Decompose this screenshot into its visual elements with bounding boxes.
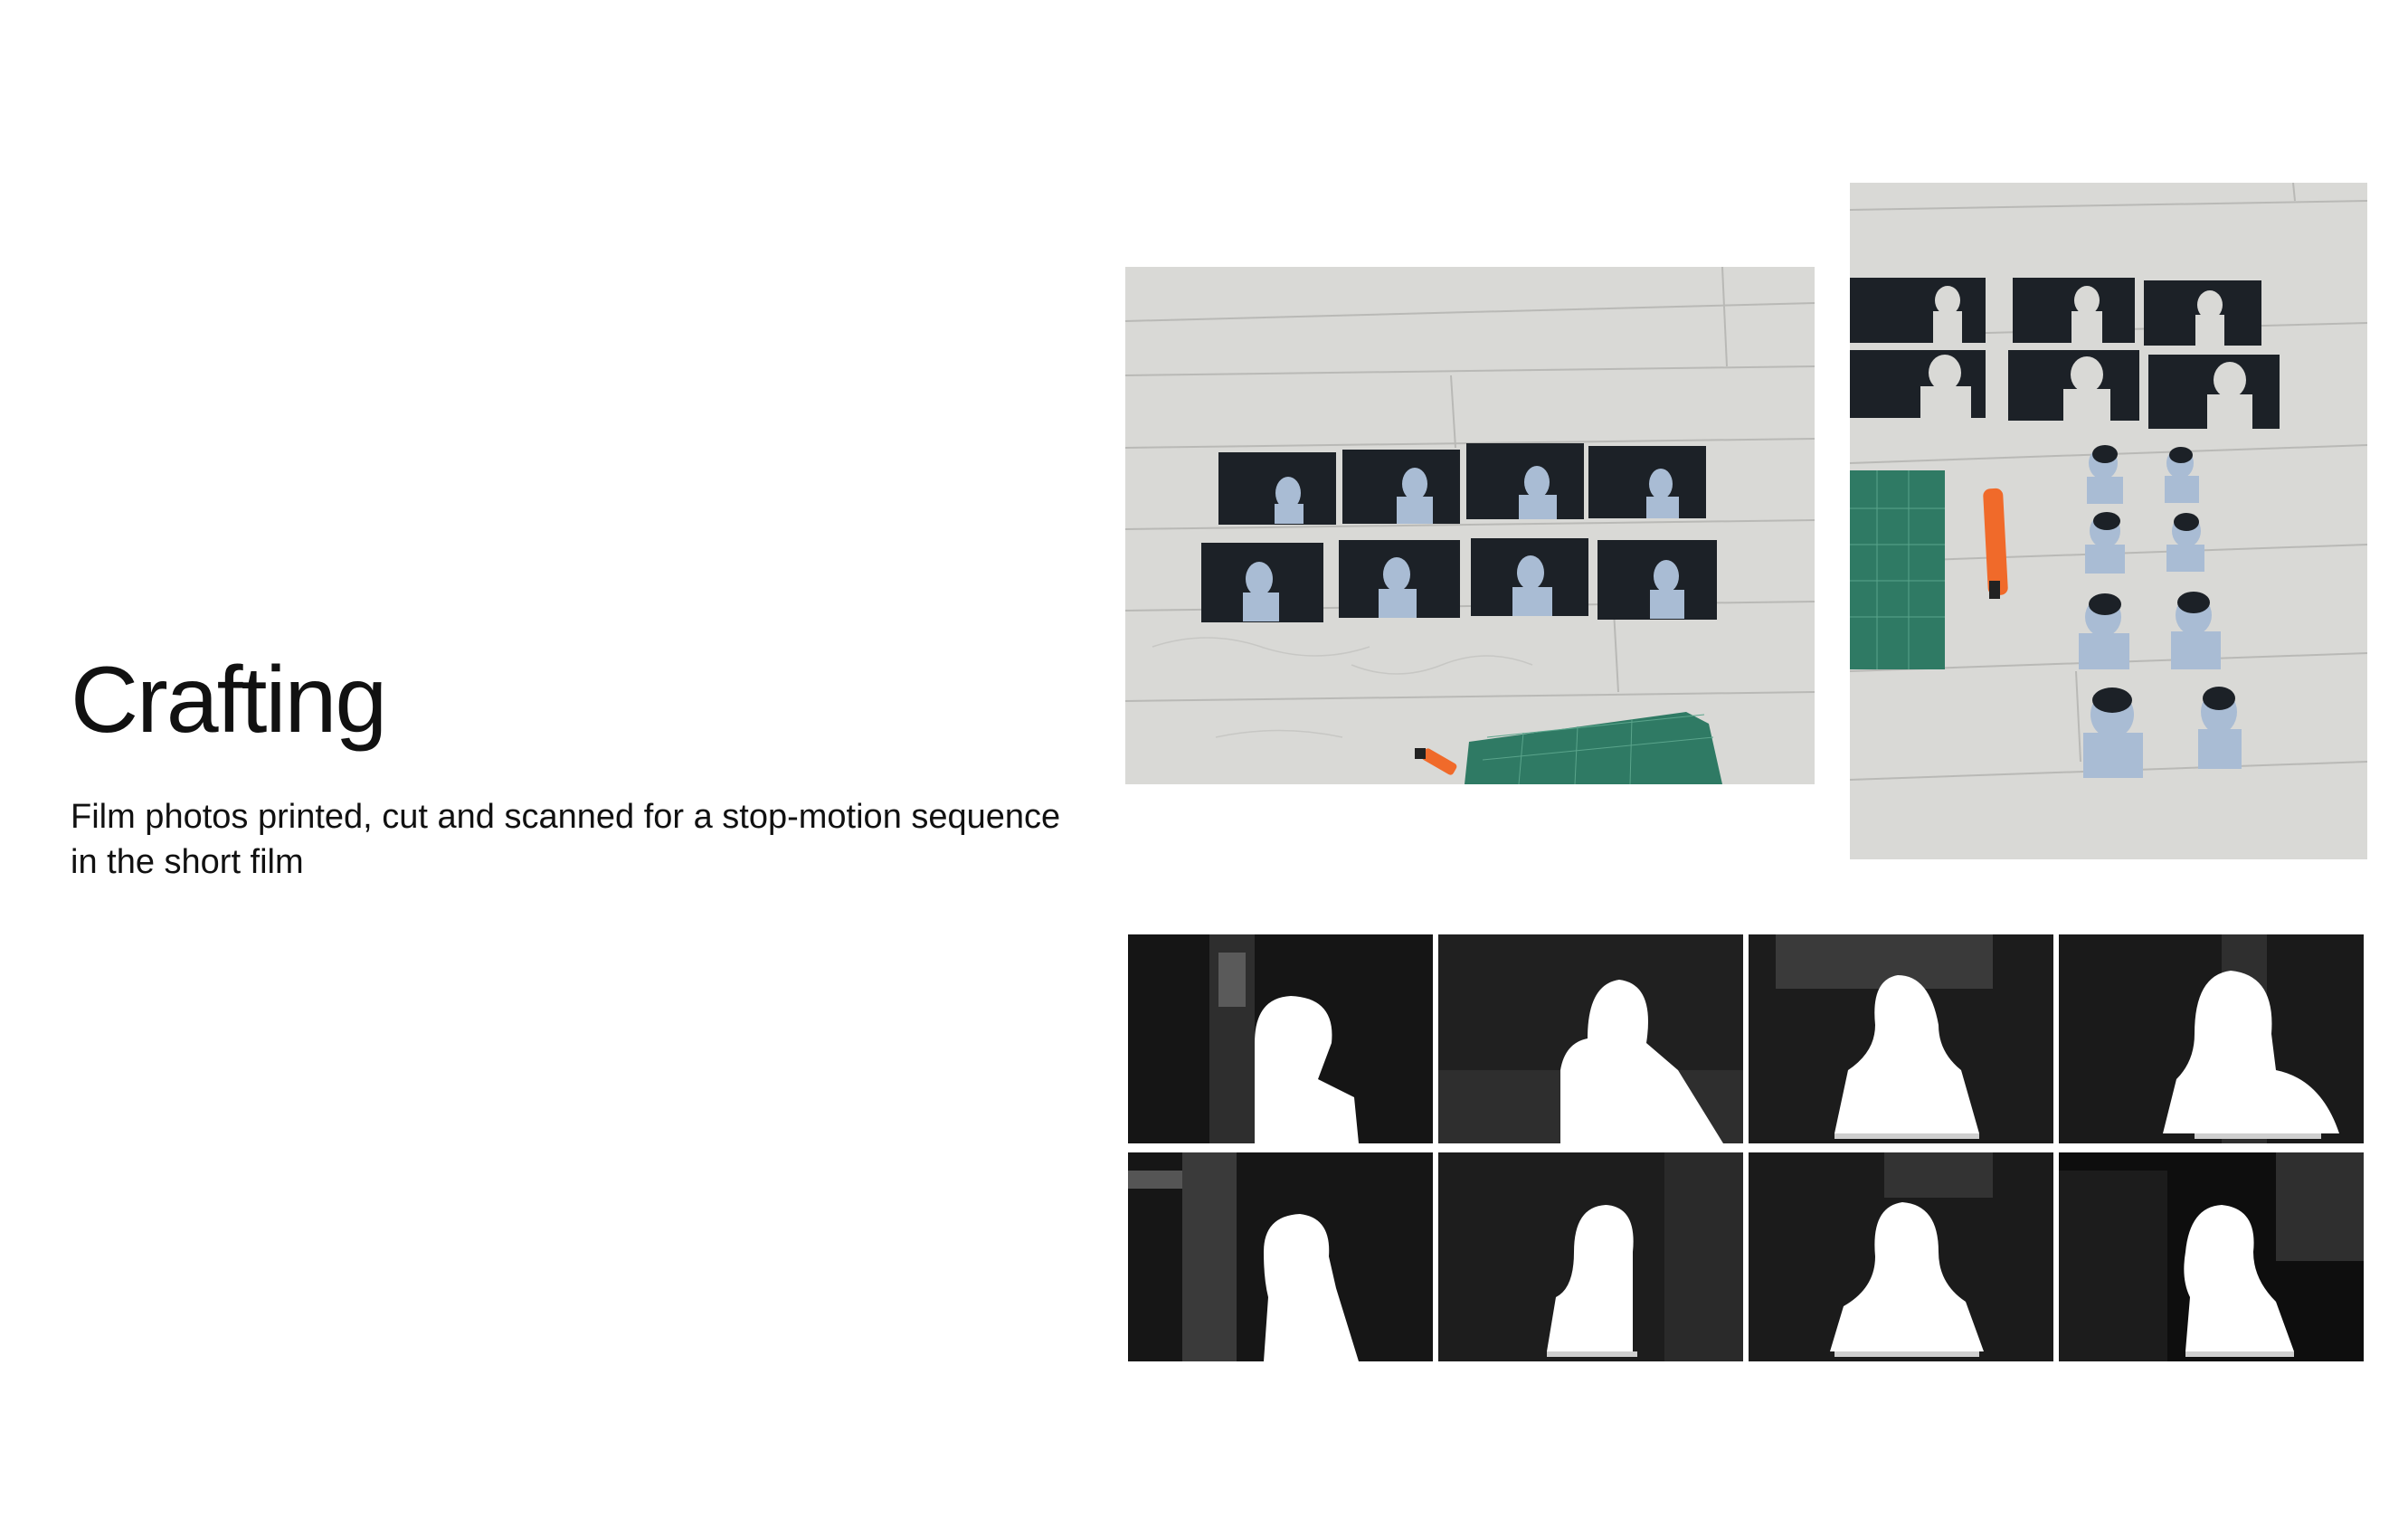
page-caption: Film photos printed, cut and scanned for… <box>71 798 1061 881</box>
scan-frame <box>1438 934 1743 1143</box>
photo-cutouts <box>1850 183 2367 859</box>
scan-frame <box>1128 1152 1433 1361</box>
scan-frame <box>2059 1152 2364 1361</box>
scan-frame <box>1438 1152 1743 1361</box>
scan-frame <box>1749 1152 2053 1361</box>
scanned-frames <box>1128 934 2364 1363</box>
scan-frame <box>1128 934 1433 1143</box>
scan-frame <box>2059 934 2364 1143</box>
photo-floor-prints <box>1125 267 1815 784</box>
scan-frame <box>1749 934 2053 1143</box>
page-title: Crafting <box>71 648 387 753</box>
